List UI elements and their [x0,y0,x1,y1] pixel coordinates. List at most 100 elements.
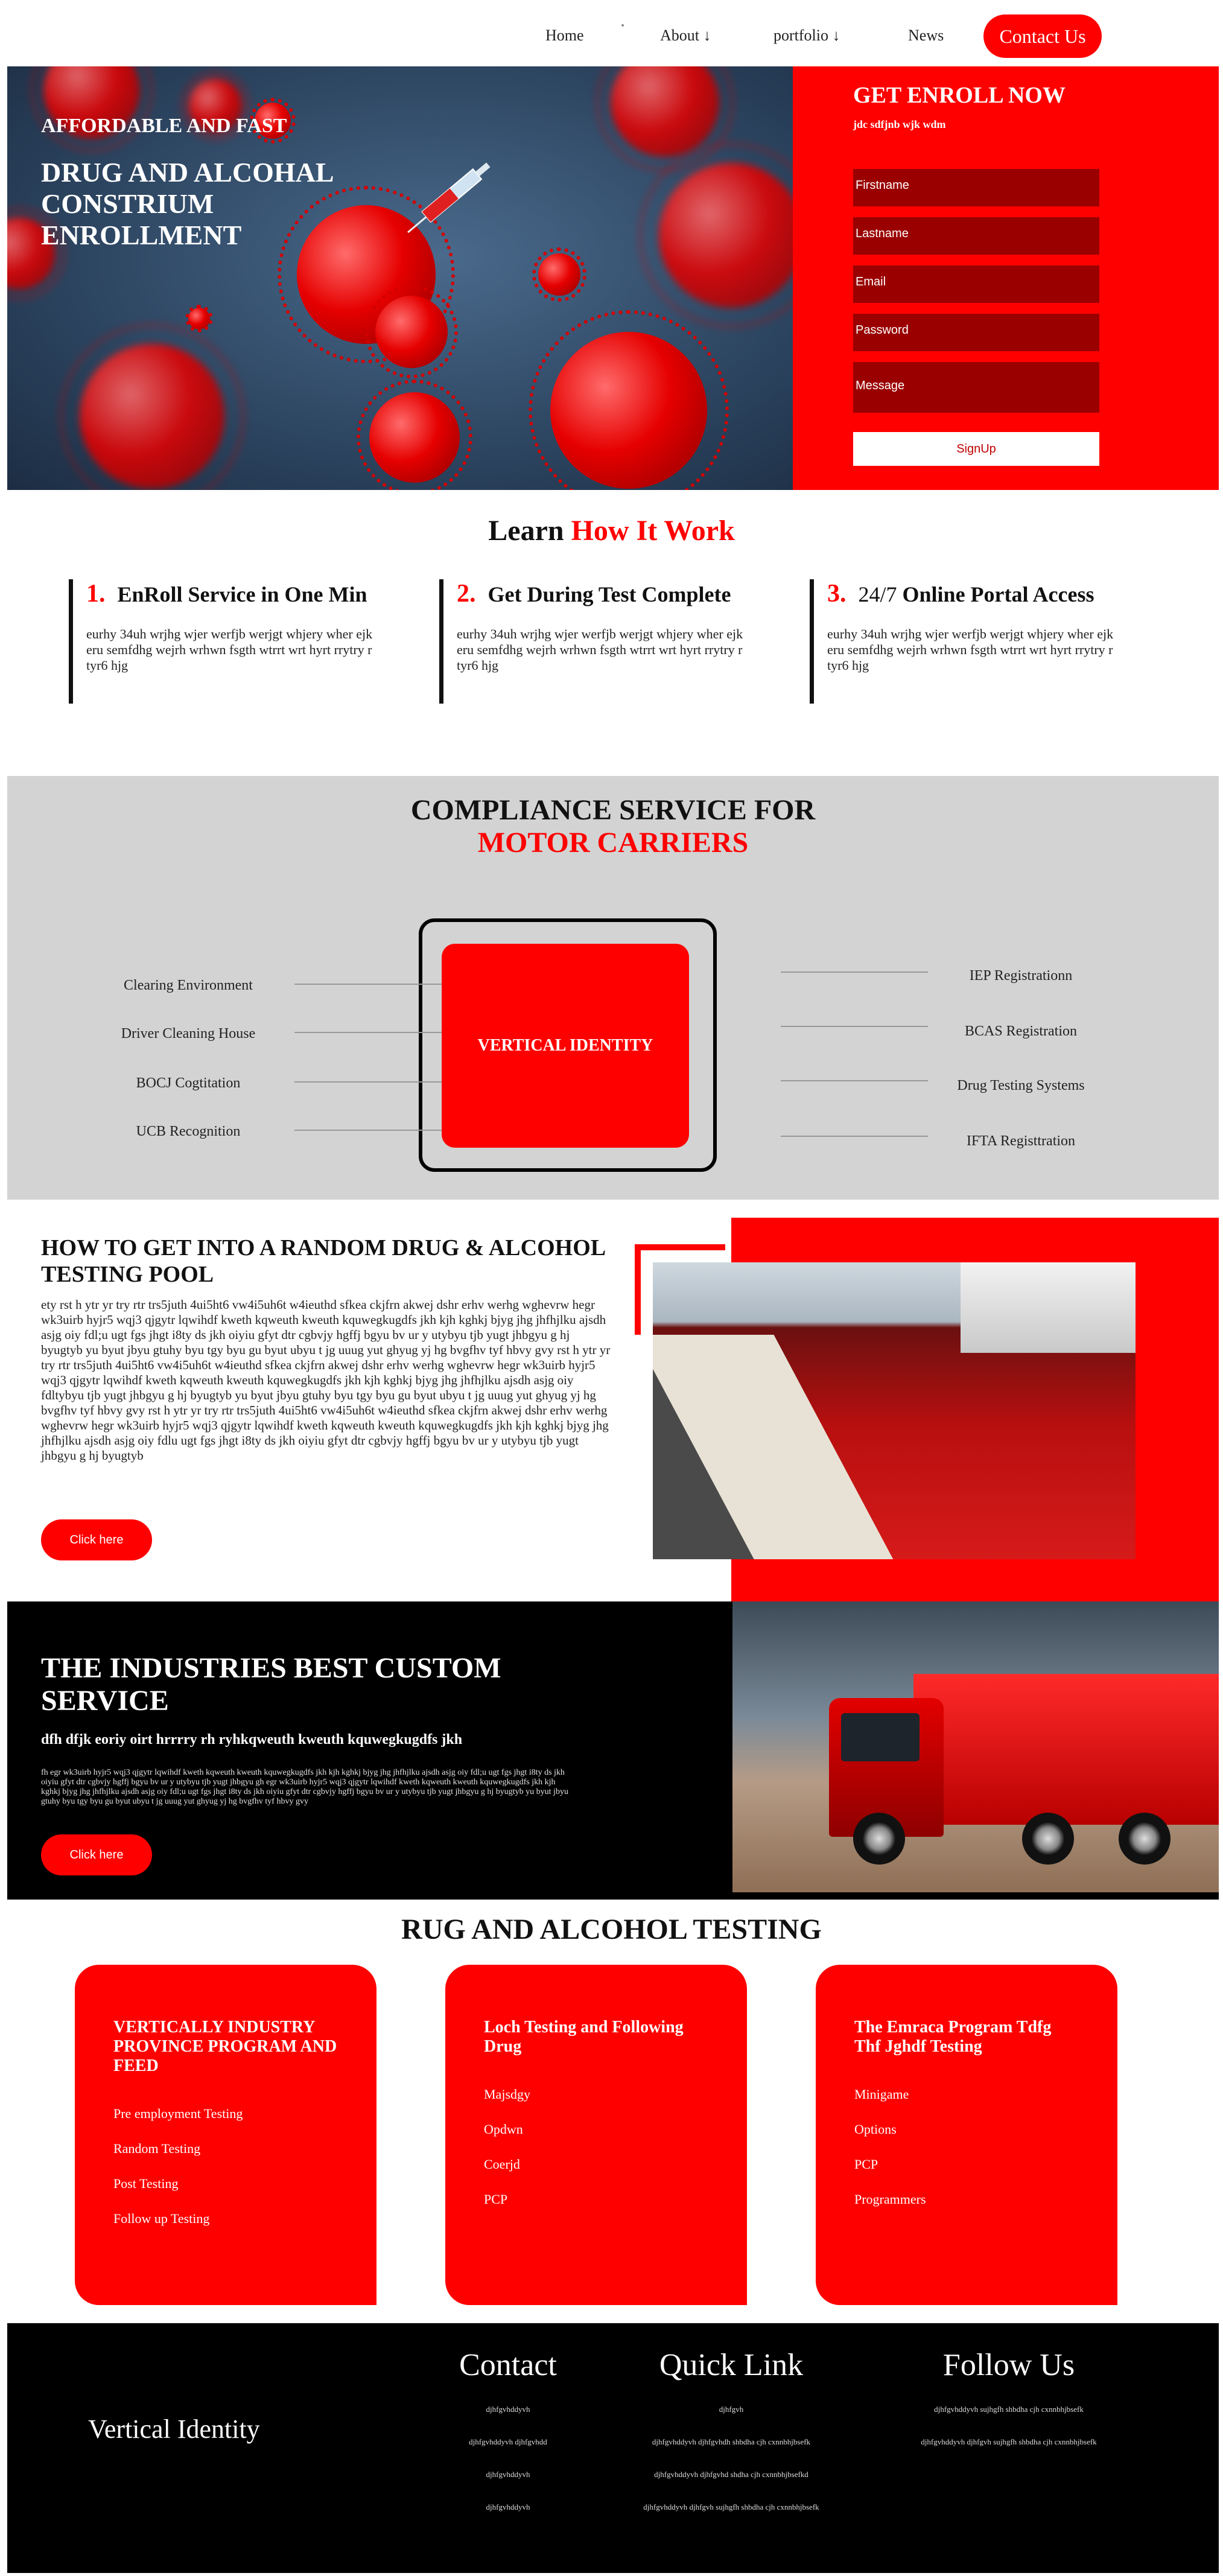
compliance-item-left: Driver Cleaning House [121,1026,256,1042]
compliance-item-right: BCAS Registration [964,1023,1077,1039]
step-title: Get During Test Complete [488,582,731,606]
compliance-title-line2: MOTOR CARRIERS [477,827,749,859]
footer-brand: Vertical Identity [88,2414,260,2444]
nav-news[interactable]: News [908,27,944,45]
pool-image [653,1262,1136,1559]
step-number: 3. [827,580,847,608]
footer-link[interactable]: djhfgvhddyvh djhfgvh sujhgfh shbdha cjh … [611,2502,852,2512]
nav-home[interactable]: Home [545,27,584,45]
testing-card: The Emraca Program Tdfg Thf Jghdf Testin… [816,1965,1117,2305]
footer-link[interactable]: djhfgvhddyvh djhfgvhd shdha cjh cxnnbhjb… [611,2470,852,2479]
testing-card: Loch Testing and Following Drug Majsdgy … [445,1965,747,2305]
connector-line [294,1081,442,1083]
card-title: Loch Testing and Following Drug [484,2018,684,2056]
footer-link[interactable]: djhfgvhddyvh sujhgfh shbdha cjh cxnnbhjb… [876,2405,1142,2414]
learn-title: Learn How It Work [0,514,1223,547]
industries-text: fh egr wk3uirb hyjr5 wqj3 qjgytr lqwihdf… [41,1768,568,1806]
learn-title-accent: How It Work [571,515,735,547]
firstname-field[interactable]: Firstname [853,169,1099,206]
testing-card: VERTICALLY INDUSTRY PROVINCE PROGRAM AND… [75,1965,376,2305]
step-description: eurhy 34uh wrjhg wjer werfjb werjgt whje… [457,626,743,673]
nav-separator-dot [621,24,624,27]
compliance-item-left: Clearing Environment [124,978,253,993]
industries-subtitle: dfh dfjk eoriy oirt hrrrry rh ryhkqweuth… [41,1732,463,1748]
lastname-field[interactable]: Lastname [853,217,1099,255]
enroll-subtitle: jdc sdfjnb wjk wdm [853,118,946,130]
compliance-item-left: BOCJ Cogtitation [136,1075,241,1091]
card-item[interactable]: Pre employment Testing [113,2106,338,2122]
industries-click-button[interactable]: Click here [41,1834,152,1875]
footer-contact-column: Contact djhfgvhddyvh djhfgvhddyvh djhfgv… [405,2347,611,2535]
compliance-title-line1: COMPLIANCE SERVICE FOR [410,794,816,826]
card-title: The Emraca Program Tdfg Thf Jghdf Testin… [854,2018,1052,2056]
message-field[interactable]: Message [853,362,1099,413]
howto-text: ety rst h ytr yr try rtr trs5juth 4ui5ht… [41,1297,611,1463]
contact-us-button[interactable]: Contact Us [983,14,1102,58]
compliance-item-right: IFTA Registtration [966,1133,1076,1149]
email-field[interactable]: Email [853,266,1099,303]
footer-contact-title: Contact [459,2348,557,2382]
footer-quicklink-title: Quick Link [659,2348,804,2382]
footer-link[interactable]: djhfgvhddyvh [405,2405,611,2414]
compliance-item-left: UCB Recognition [136,1124,241,1139]
footer-link[interactable]: djhfgvhddyvh [405,2502,611,2512]
step-description: eurhy 34uh wrjhg wjer werfjb werjgt whje… [827,626,1114,673]
card-item[interactable]: Coerjd [484,2157,708,2172]
footer-follow-column: Follow Us djhfgvhddyvh sujhgfh shbdha cj… [876,2347,1142,2470]
signup-button[interactable]: SignUp [853,432,1099,466]
hero-subtitle: AFFORDABLE AND FAST [41,115,287,137]
footer: Vertical Identity Contact djhfgvhddyvh d… [7,2323,1219,2573]
vertical-identity-box: VERTICAL IDENTITY [442,944,689,1148]
step-title: Online Portal Access [897,582,1094,606]
footer-link[interactable]: djhfgvhddyvh djhfgvhdh shbdha cjh cxnnbh… [611,2437,852,2447]
industries-title: THE INDUSTRIES BEST CUSTOM SERVICE [41,1652,501,1717]
card-item[interactable]: PCP [854,2157,1079,2172]
card-item[interactable]: Opdwn [484,2122,708,2137]
truck-image [732,1601,1219,1892]
compliance-item-right: IEP Registrationn [969,968,1073,984]
footer-follow-title: Follow Us [942,2348,1075,2382]
compliance-item-right: Drug Testing Systems [957,1078,1085,1093]
step-card: 2. Get During Test Complete eurhy 34uh wr… [439,579,743,704]
connector-line [781,972,928,973]
footer-link[interactable]: djhfgvh [611,2405,852,2414]
hero-section: AFFORDABLE AND FAST DRUG AND ALCOHAL CON… [7,66,1219,490]
connector-line [294,1032,442,1033]
password-field[interactable]: Password [853,314,1099,351]
connector-line [781,1026,928,1027]
connector-line [781,1080,928,1081]
compliance-section: COMPLIANCE SERVICE FOR MOTOR CARRIERS VE… [7,776,1219,1200]
card-item[interactable]: Post Testing [113,2176,338,2192]
footer-link[interactable]: djhfgvhddyvh djhfgvh sujhgfh shbdha cjh … [876,2437,1142,2447]
howto-click-button[interactable]: Click here [41,1519,152,1560]
step-number: 2. [457,580,476,608]
step-title: EnRoll Service in One Min [117,582,367,606]
howto-title: HOW TO GET INTO A RANDOM DRUG & ALCOHOL … [41,1235,605,1287]
connector-line [294,1130,442,1131]
step-card: 3. 24/7 Online Portal Access eurhy 34uh w… [810,579,1113,704]
testing-title: RUG AND ALCOHOL TESTING [401,1913,822,1945]
connector-line [294,984,442,985]
step-number: 1. [86,580,106,608]
enroll-title: GET ENROLL NOW [853,83,1066,108]
nav-about[interactable]: About ↓ [660,27,711,45]
card-item[interactable]: Follow up Testing [113,2211,338,2227]
hero-title: DRUG AND ALCOHAL CONSTRIUM ENROLLMENT [41,157,333,250]
card-item[interactable]: Majsdgy [484,2087,708,2102]
step-card: 1. EnRoll Service in One Min eurhy 34uh w… [69,579,372,704]
compliance-title: COMPLIANCE SERVICE FOR MOTOR CARRIERS [7,794,1219,859]
step-description: eurhy 34uh wrjhg wjer werfjb werjgt whje… [86,626,373,673]
footer-link[interactable]: djhfgvhddyvh [405,2470,611,2479]
connector-line [781,1136,928,1137]
top-navigation: Home About ↓ portfolio ↓ News Contact Us [0,0,1223,66]
card-item[interactable]: Random Testing [113,2141,338,2157]
footer-link[interactable]: djhfgvhddyvh djhfgvhdd [405,2437,611,2447]
card-item[interactable]: Programmers [854,2192,1079,2207]
card-item[interactable]: PCP [484,2192,708,2207]
learn-title-plain: Learn [488,515,571,547]
footer-quicklink-column: Quick Link djhfgvh djhfgvhddyvh djhfgvhd… [611,2347,852,2535]
card-item[interactable]: Minigame [854,2087,1079,2102]
nav-portfolio[interactable]: portfolio ↓ [774,27,840,45]
card-item[interactable]: Options [854,2122,1079,2137]
step-title-prefix: 24/7 [858,582,897,606]
